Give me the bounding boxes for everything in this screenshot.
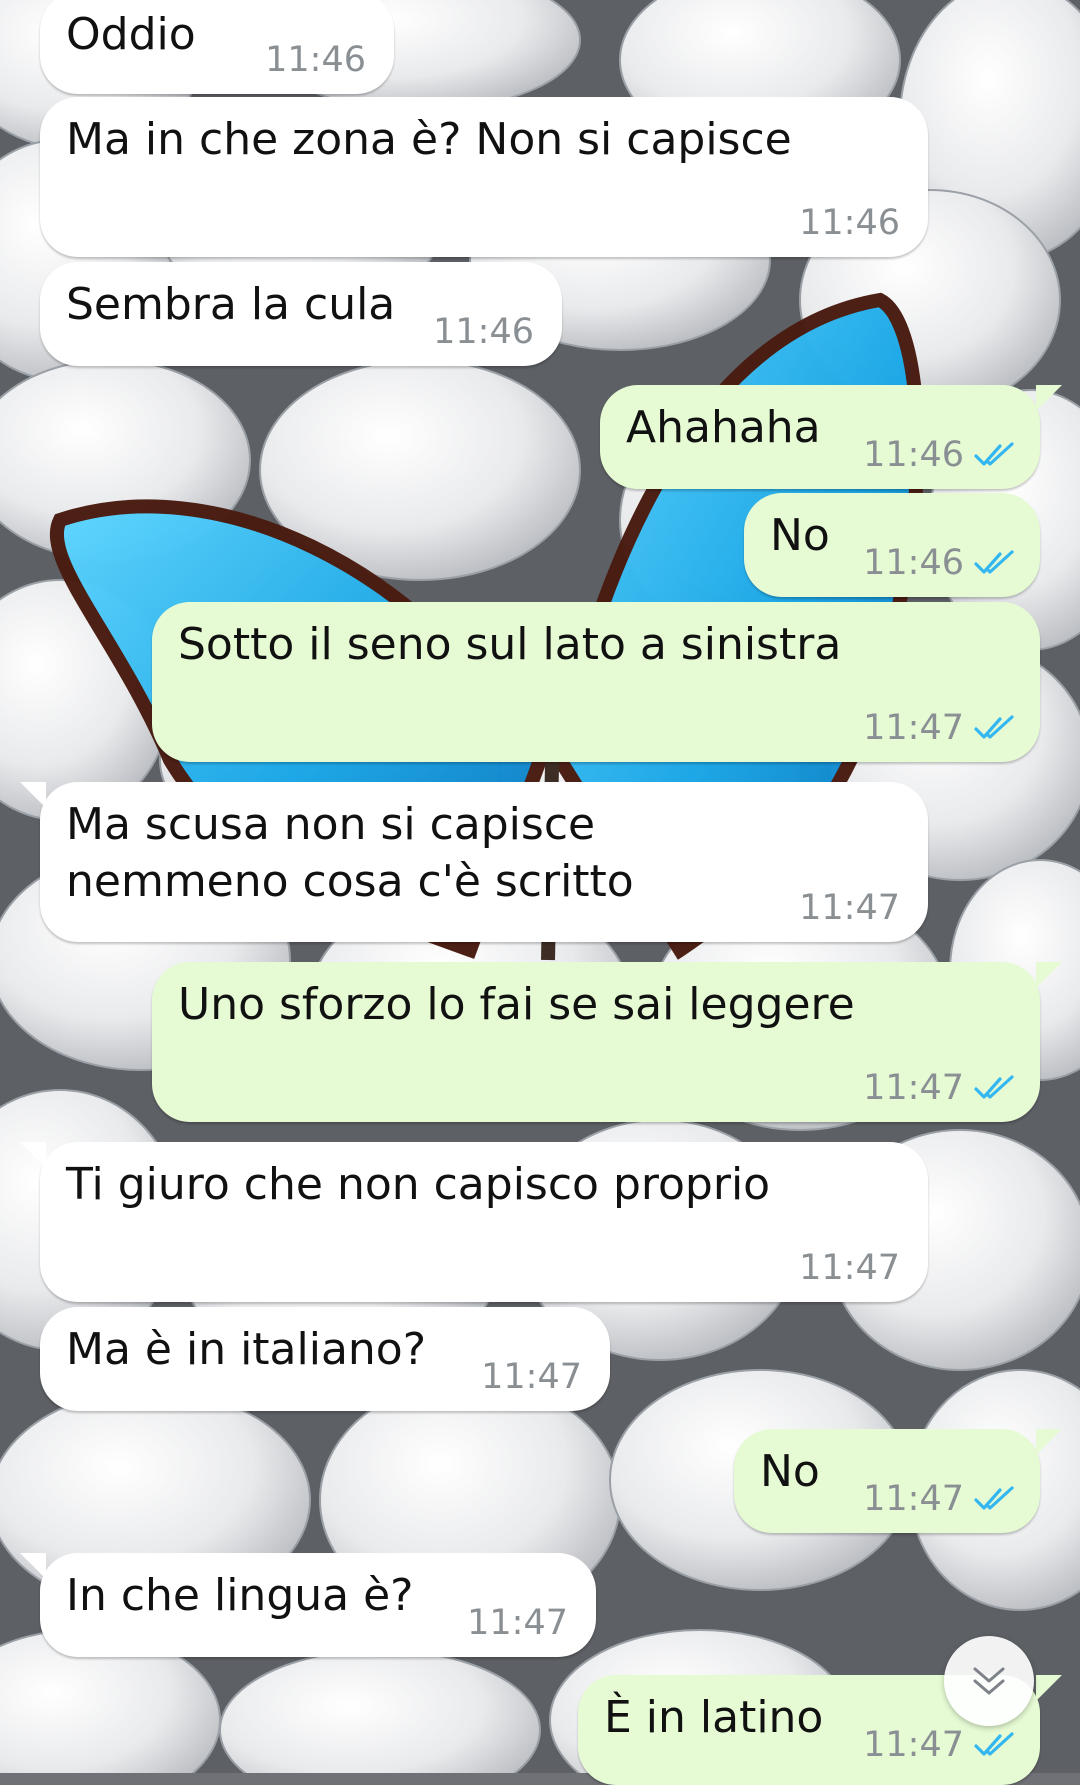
incoming-message[interactable]: In che lingua è? 11:47	[40, 1553, 596, 1657]
bubble-tail	[1036, 385, 1062, 411]
read-double-check-icon	[974, 550, 1014, 574]
read-double-check-icon	[974, 1486, 1014, 1510]
read-double-check-icon	[974, 442, 1014, 466]
message-time: 11:47	[467, 1603, 568, 1643]
message-time: 11:47	[863, 708, 964, 748]
incoming-message[interactable]: Ma in che zona è? Non si capisce 11:46	[40, 97, 928, 257]
read-double-check-icon	[974, 1732, 1014, 1756]
message-text: Uno sforzo lo fai se sai leggere	[178, 979, 855, 1030]
message-time: 11:47	[863, 1479, 964, 1519]
message-time: 11:46	[433, 312, 534, 352]
message-time: 11:46	[799, 203, 900, 243]
message-time: 11:46	[863, 543, 964, 583]
incoming-message[interactable]: Sembra la cula 11:46	[40, 262, 562, 366]
bubble-tail	[20, 1142, 46, 1168]
message-time: 11:47	[799, 888, 900, 928]
bubble-tail	[1036, 962, 1062, 988]
outgoing-message[interactable]: No 11:46	[744, 493, 1040, 597]
read-double-check-icon	[974, 715, 1014, 739]
message-time: 11:46	[265, 40, 366, 80]
outgoing-message[interactable]: No 11:47	[734, 1429, 1040, 1533]
message-time: 11:46	[863, 435, 964, 475]
chevron-double-down-icon	[973, 1667, 1005, 1695]
message-time: 11:47	[863, 1725, 964, 1765]
message-time: 11:47	[863, 1068, 964, 1108]
bubble-tail	[1036, 1429, 1062, 1455]
outgoing-message[interactable]: Ahahaha 11:46	[600, 385, 1040, 489]
read-double-check-icon	[974, 1075, 1014, 1099]
bubble-tail	[20, 1553, 46, 1579]
bubble-tail	[1036, 1675, 1062, 1701]
outgoing-message[interactable]: Uno sforzo lo fai se sai leggere 11:47	[152, 962, 1040, 1122]
message-text: Ma in che zona è? Non si capisce	[66, 114, 792, 165]
message-text: Sotto il seno sul lato a sinistra	[178, 619, 842, 670]
outgoing-message[interactable]: Sotto il seno sul lato a sinistra 11:47	[152, 602, 1040, 762]
bubble-tail	[20, 782, 46, 808]
message-time: 11:47	[481, 1357, 582, 1397]
incoming-message[interactable]: Ma scusa non si capisce nemmeno cosa c'è…	[40, 782, 928, 942]
incoming-message[interactable]: Oddio 11:46	[40, 0, 394, 94]
message-text: Ti giuro che non capisco proprio	[66, 1159, 771, 1210]
message-time: 11:47	[799, 1248, 900, 1288]
scroll-to-bottom-button[interactable]	[944, 1636, 1034, 1726]
message-text: Ma scusa non si capisce nemmeno cosa c'è…	[66, 799, 634, 907]
incoming-message[interactable]: Ma è in italiano? 11:47	[40, 1307, 610, 1411]
incoming-message[interactable]: Ti giuro che non capisco proprio 11:47	[40, 1142, 928, 1302]
